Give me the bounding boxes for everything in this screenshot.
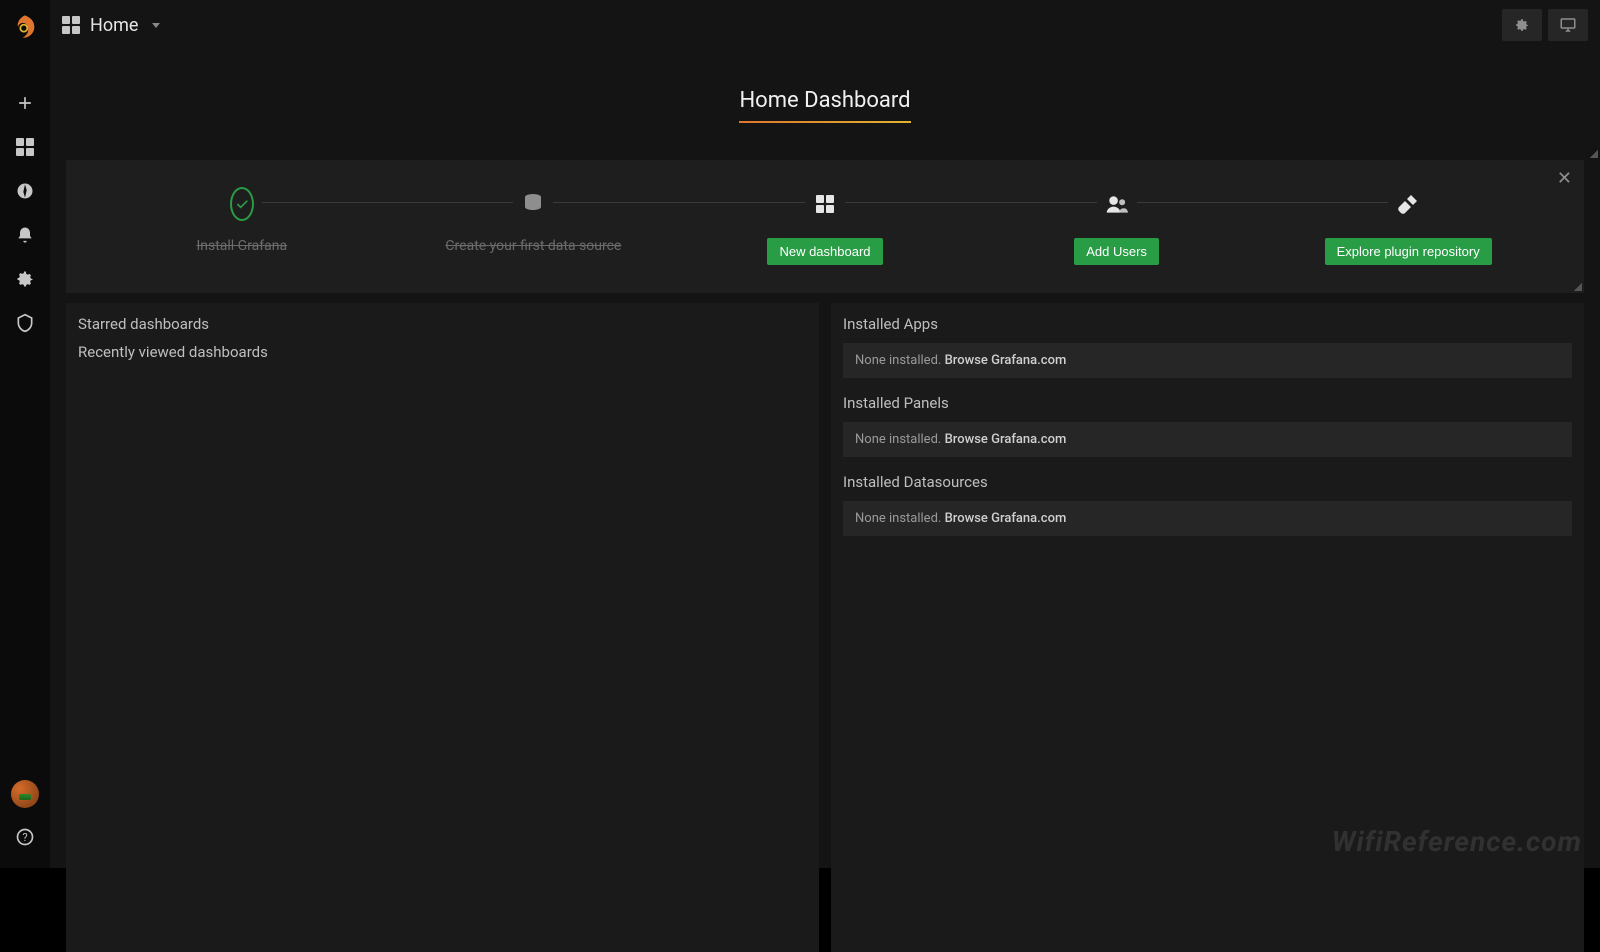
nav-server-admin-icon[interactable] <box>14 312 36 334</box>
grafana-swirl-icon <box>11 13 39 41</box>
none-installed-text: None installed. <box>855 511 945 526</box>
hero-section: Home Dashboard <box>50 50 1600 160</box>
panel-resize-handle[interactable] <box>1590 150 1598 158</box>
panel-resize-handle[interactable] <box>1574 283 1582 291</box>
nav-configuration-icon[interactable] <box>14 268 36 290</box>
dashboard-icon <box>813 184 837 224</box>
browse-panels-link[interactable]: Browse Grafana.com <box>945 432 1067 447</box>
installed-datasources-empty: None installed. Browse Grafana.com <box>843 501 1572 536</box>
dashboards-grid-icon <box>62 16 80 34</box>
users-icon <box>1105 184 1129 224</box>
plug-icon <box>1396 184 1420 224</box>
check-circle-icon <box>230 187 254 221</box>
installed-apps-heading: Installed Apps <box>843 315 1572 333</box>
none-installed-text: None installed. <box>855 432 945 447</box>
left-column-panel: Starred dashboards Recently viewed dashb… <box>66 303 819 952</box>
chevron-down-icon <box>152 23 160 28</box>
browse-apps-link[interactable]: Browse Grafana.com <box>945 353 1067 368</box>
user-avatar[interactable] <box>11 780 39 808</box>
database-icon <box>521 184 545 224</box>
main-content: Home Dashboard ✕ Install Grafana <box>50 50 1600 868</box>
left-sidebar: ? <box>0 0 50 868</box>
page-title: Home <box>90 15 138 36</box>
nav-dashboards-icon[interactable] <box>14 136 36 158</box>
top-bar: Home <box>50 0 1600 50</box>
step-new-dashboard: New dashboard <box>679 184 971 265</box>
explore-plugins-button[interactable]: Explore plugin repository <box>1325 238 1492 265</box>
grafana-logo[interactable] <box>0 2 50 52</box>
hero-title: Home Dashboard <box>739 88 910 123</box>
nav-explore-icon[interactable] <box>14 180 36 202</box>
help-icon[interactable]: ? <box>14 826 36 848</box>
close-icon[interactable]: ✕ <box>1557 168 1572 189</box>
browse-datasources-link[interactable]: Browse Grafana.com <box>945 511 1067 526</box>
getting-started-panel: ✕ Install Grafana <box>66 160 1584 293</box>
starred-dashboards-heading: Starred dashboards <box>78 315 807 333</box>
step-plugins: Explore plugin repository <box>1262 184 1554 265</box>
none-installed-text: None installed. <box>855 353 945 368</box>
step-install: Install Grafana <box>96 184 388 254</box>
installed-apps-empty: None installed. Browse Grafana.com <box>843 343 1572 378</box>
recent-dashboards-heading: Recently viewed dashboards <box>78 343 807 361</box>
new-dashboard-button[interactable]: New dashboard <box>767 238 882 265</box>
step-add-users: Add Users <box>971 184 1263 265</box>
nav-alerting-icon[interactable] <box>14 224 36 246</box>
monitor-icon <box>1559 16 1577 34</box>
installed-datasources-heading: Installed Datasources <box>843 473 1572 491</box>
cycle-view-button[interactable] <box>1548 9 1588 41</box>
add-users-button[interactable]: Add Users <box>1074 238 1159 265</box>
settings-button[interactable] <box>1502 9 1542 41</box>
svg-text:?: ? <box>22 831 27 844</box>
step-datasource-label: Create your first data source <box>445 238 621 254</box>
step-datasource: Create your first data source <box>388 184 680 254</box>
right-column-panel: Installed Apps None installed. Browse Gr… <box>831 303 1584 952</box>
installed-panels-heading: Installed Panels <box>843 394 1572 412</box>
nav-create-icon[interactable] <box>14 92 36 114</box>
dashboard-picker[interactable]: Home <box>62 15 160 36</box>
gear-icon <box>1514 17 1530 33</box>
installed-panels-empty: None installed. Browse Grafana.com <box>843 422 1572 457</box>
step-install-label: Install Grafana <box>196 238 287 254</box>
